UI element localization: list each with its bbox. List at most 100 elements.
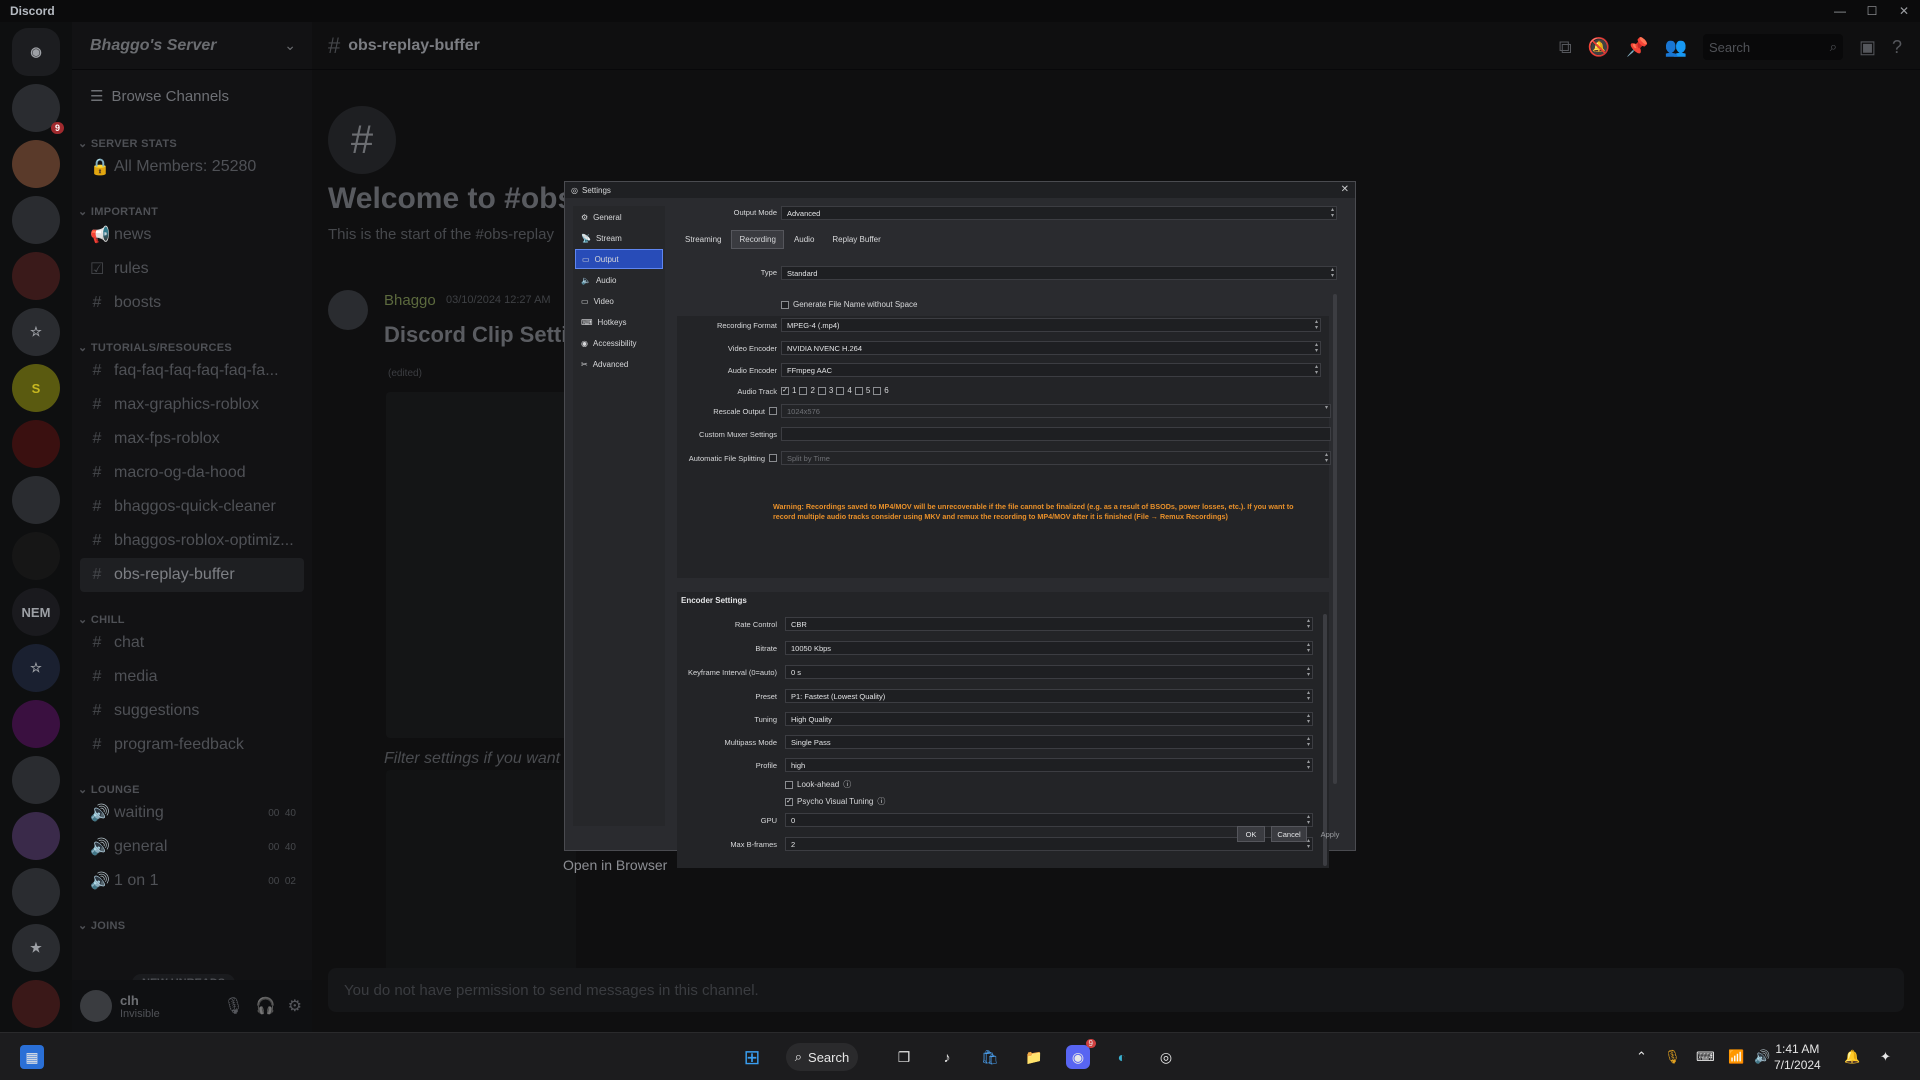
store-icon[interactable]: 🛍 [978,1045,1002,1069]
tiktok-icon[interactable]: ♪ [935,1045,959,1069]
microphone-icon[interactable]: 🎙 [1664,1049,1681,1065]
server-icon[interactable] [12,420,60,468]
auto-split-checkbox[interactable] [769,454,777,462]
file-explorer-icon[interactable]: 📁 [1022,1045,1046,1069]
nav-general[interactable]: ⚙ General [575,207,663,227]
copilot-icon[interactable]: ✦ [1880,1049,1891,1065]
server-icon[interactable] [12,756,60,804]
wifi-icon[interactable]: 📶 [1728,1049,1744,1065]
notification-icon[interactable]: 🔕 [1588,37,1610,58]
channel-item[interactable]: # max-fps-roblox [72,422,312,456]
server-header[interactable]: Bhaggo's Server ⌄ [72,22,312,70]
minimize-icon[interactable]: — [1824,0,1856,22]
channel-item[interactable]: # program-feedback [72,728,312,762]
open-in-browser-link[interactable]: Open in Browser [563,857,667,873]
tab-streaming[interactable]: Streaming [677,230,729,249]
windows-start-icon[interactable]: ⊞ [740,1045,764,1069]
category-header[interactable]: ⌄ CHILL [72,602,312,626]
keyframe-stepper[interactable]: 0 s ▴ ▾ [785,665,1313,679]
channel-item[interactable]: # chat [72,626,312,660]
discord-taskbar-icon[interactable]: ◉ 9 [1066,1039,1096,1069]
output-mode-select[interactable]: Advanced ▴ ▾ [781,206,1337,220]
channel-item[interactable]: ☑ rules [72,252,312,286]
server-icon[interactable]: 9 [12,84,64,134]
inbox-icon[interactable]: ▣ [1859,37,1876,58]
server-icon[interactable] [12,140,60,188]
channel-item[interactable]: # macro-og-da-hood [72,456,312,490]
channel-item[interactable]: 📢 news [72,218,312,252]
discord-home-icon[interactable]: ◉ [12,28,60,76]
pin-icon[interactable]: 📌 [1626,37,1648,58]
nav-advanced[interactable]: ✂ Advanced [575,354,663,374]
nav-audio[interactable]: 🔈 Audio [575,270,663,290]
rate-control-select[interactable]: CBR ▴ ▾ [785,617,1313,631]
gear-icon[interactable]: ⚙ [288,996,302,1016]
channel-item[interactable]: # suggestions [72,694,312,728]
attachment-image[interactable] [386,392,576,738]
nav-video[interactable]: ▭ Video [575,291,663,311]
voice-channel[interactable]: 🔊 waiting 00 40 [72,796,312,830]
track-checkbox[interactable] [836,386,845,395]
channel-item[interactable]: # boosts [72,286,312,320]
edge-icon[interactable]: ◐ [1110,1045,1134,1069]
close-icon[interactable]: ✕ [1341,184,1349,195]
category-header[interactable]: ⌄ IMPORTANT [72,194,312,218]
ok-button[interactable]: OK [1237,826,1265,842]
headphones-icon[interactable]: 🎧 [256,996,276,1016]
task-view-icon[interactable]: ❐ [892,1045,916,1069]
tab-audio[interactable]: Audio [786,230,822,249]
apply-button[interactable]: Apply [1313,826,1347,842]
channel-item[interactable]: # max-graphics-roblox [72,388,312,422]
track-checkbox[interactable] [854,386,863,395]
server-icon[interactable]: ☆ [12,308,60,356]
voice-channel[interactable]: 🔊 1 on 1 00 02 [72,864,312,898]
track-checkbox[interactable] [873,386,882,395]
track-checkbox[interactable] [817,386,826,395]
tuning-select[interactable]: High Quality ▴ ▾ [785,712,1313,726]
maximize-icon[interactable]: ☐ [1856,0,1888,22]
help-icon[interactable]: ? [1892,37,1902,58]
audio-encoder-select[interactable]: FFmpeg AAC ▴ ▾ [781,363,1321,377]
multipass-select[interactable]: Single Pass ▴ ▾ [785,735,1313,749]
server-icon[interactable]: NEM [12,588,60,636]
server-icon[interactable] [12,196,60,244]
server-icon[interactable] [12,980,60,1028]
members-icon[interactable]: 👥 [1665,37,1687,58]
widgets-icon[interactable]: ▦ [20,1045,44,1069]
server-icon[interactable] [12,812,60,860]
custom-muxer-input[interactable] [781,427,1331,441]
close-icon[interactable]: ✕ [1888,0,1920,22]
nav-accessibility[interactable]: ◉ Accessibility [575,333,663,353]
bell-icon[interactable]: 🔔 [1844,1049,1860,1065]
attachment-image[interactable] [386,770,576,986]
message-author[interactable]: Bhaggo [384,292,436,309]
keyboard-icon[interactable]: ⌨ [1696,1049,1715,1065]
channel-item[interactable]: # faq-faq-faq-faq-faq-fa... [72,354,312,388]
tab-recording[interactable]: Recording [731,230,784,249]
bitrate-stepper[interactable]: 10050 Kbps ▴ ▾ [785,641,1313,655]
preset-select[interactable]: P1: Fastest (Lowest Quality) ▴ ▾ [785,689,1313,703]
threads-icon[interactable]: ⧉ [1559,37,1572,58]
channel-item[interactable]: # media [72,660,312,694]
category-header[interactable]: ⌄ SERVER STATS [72,126,312,150]
bframes-stepper[interactable]: 2 ▴ ▾ [785,837,1313,851]
volume-icon[interactable]: 🔊 [1754,1049,1770,1065]
cancel-button[interactable]: Cancel [1271,826,1307,842]
gpu-stepper[interactable]: 0 ▴ ▾ [785,813,1313,827]
generate-filename-option[interactable]: Generate File Name without Space [781,300,918,309]
browse-channels[interactable]: ☰ Browse Channels [72,76,312,116]
channel-item-active[interactable]: # obs-replay-buffer [80,558,304,592]
nav-output[interactable]: ▭ Output [575,249,663,269]
channel-item[interactable]: # bhaggos-quick-cleaner [72,490,312,524]
server-icon[interactable]: ★ [12,924,60,972]
search-input[interactable]: Search ⌕ [1702,34,1843,60]
rescale-checkbox[interactable] [769,407,777,415]
server-icon[interactable] [12,252,60,300]
server-icon[interactable]: ☆ [12,644,60,692]
track-checkbox[interactable] [799,386,808,395]
category-header[interactable]: ⌄ LOUNGE [72,772,312,796]
voice-channel[interactable]: 🔊 general 00 40 [72,830,312,864]
help-icon[interactable]: ⓘ [843,779,851,790]
taskbar-search[interactable]: ⌕ Search [786,1043,858,1071]
profile-select[interactable]: high ▴ ▾ [785,758,1313,772]
